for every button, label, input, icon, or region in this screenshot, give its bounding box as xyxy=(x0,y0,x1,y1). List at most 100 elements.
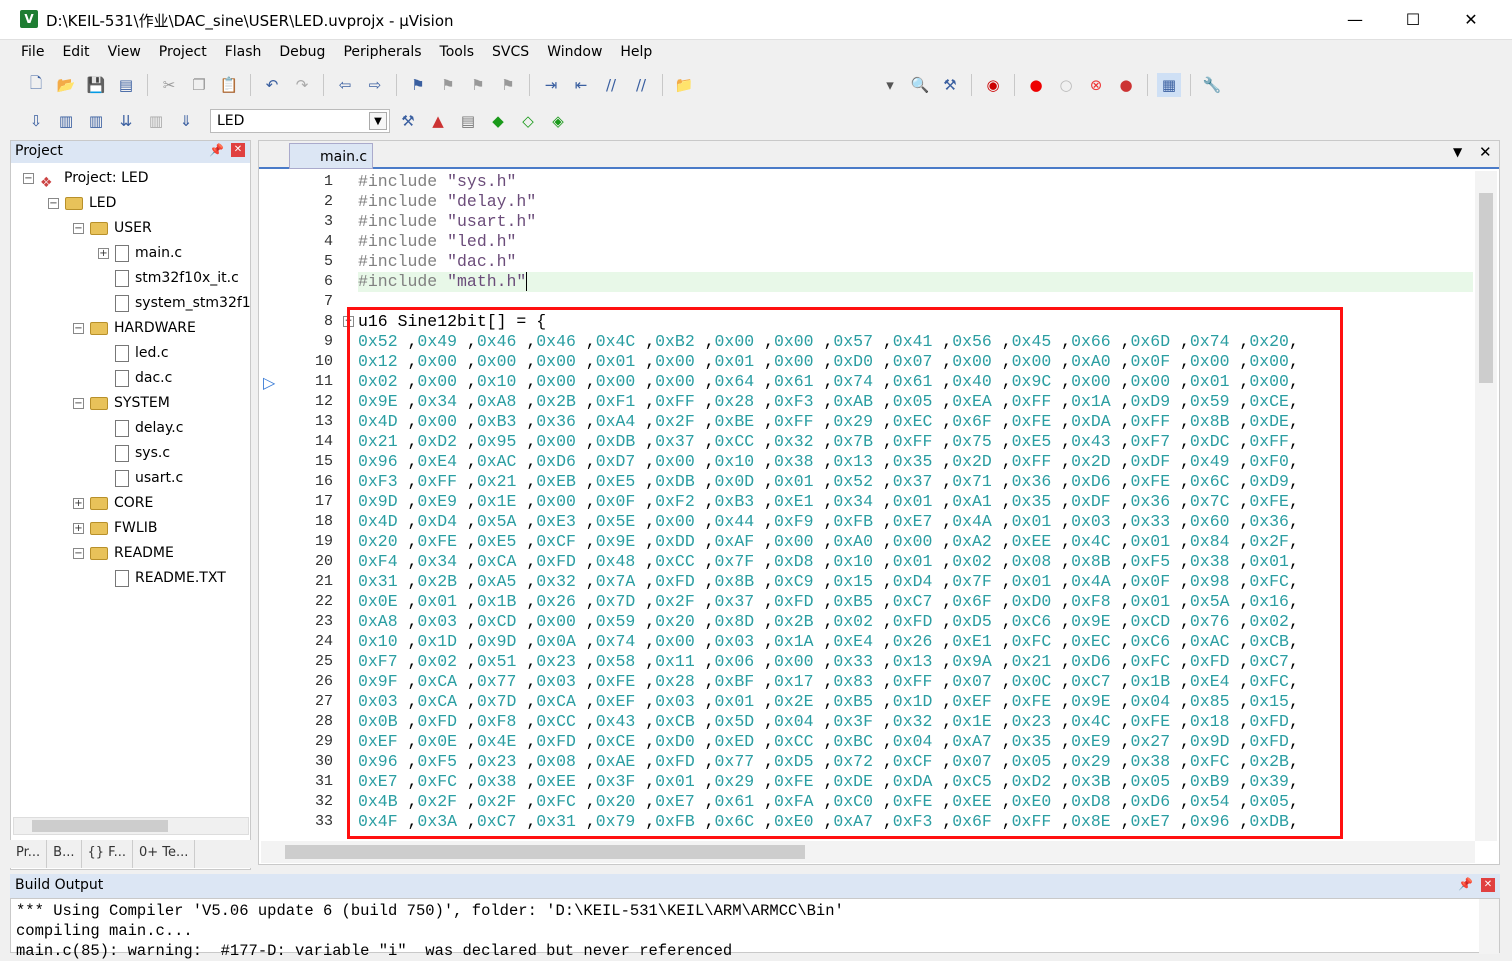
project-hscrollbar[interactable] xyxy=(13,817,249,835)
project-tab-0[interactable]: Pr... xyxy=(10,840,48,868)
undo-icon[interactable]: ↶ xyxy=(260,73,284,97)
menu-project[interactable]: Project xyxy=(150,40,216,66)
find-icon[interactable]: 🔍 xyxy=(908,73,932,97)
incremental-find-icon[interactable]: ⚒ xyxy=(938,73,962,97)
code-line[interactable]: #include "usart.h" xyxy=(358,212,536,232)
menu-debug[interactable]: Debug xyxy=(270,40,334,66)
disable-breakpoint-icon[interactable]: ○ xyxy=(1054,73,1078,97)
code-line[interactable]: #include "dac.h" xyxy=(358,252,516,272)
tree-item[interactable]: sys.c xyxy=(98,442,170,464)
pack-installer-icon[interactable]: ◇ xyxy=(516,109,540,133)
expand-icon[interactable]: + xyxy=(98,247,109,259)
menu-flash[interactable]: Flash xyxy=(216,40,271,66)
tree-item[interactable]: + CORE xyxy=(73,492,153,514)
target-options-icon[interactable]: ⚒ xyxy=(396,109,420,133)
build-output[interactable]: *** Using Compiler 'V5.06 update 6 (buil… xyxy=(10,898,1500,960)
uncomment-icon[interactable]: // xyxy=(629,73,653,97)
tree-item[interactable]: − HARDWARE xyxy=(73,317,196,339)
target-select[interactable]: LED ▼ xyxy=(210,109,390,133)
save-icon[interactable]: 💾 xyxy=(84,73,108,97)
code-line[interactable]: #include "sys.h" xyxy=(358,172,516,192)
tree-item[interactable]: usart.c xyxy=(98,467,183,489)
minimize-button[interactable]: — xyxy=(1326,0,1384,40)
open-folder-icon[interactable]: 📂 xyxy=(54,73,78,97)
copy-icon[interactable]: ❐ xyxy=(187,73,211,97)
manage-rte-icon[interactable]: ◆ xyxy=(486,109,510,133)
rebuild-icon[interactable]: ▥ xyxy=(84,109,108,133)
tree-item[interactable]: delay.c xyxy=(98,417,183,439)
pin-icon[interactable]: 📌 xyxy=(1458,877,1473,891)
tree-item[interactable]: system_stm32f1 xyxy=(98,292,251,314)
expand-icon[interactable]: + xyxy=(73,522,84,534)
menu-edit[interactable]: Edit xyxy=(53,40,98,66)
project-tab-2[interactable]: {} F... xyxy=(82,840,133,868)
tree-item[interactable]: − USER xyxy=(73,217,152,239)
code-line[interactable]: #include "math.h"​ xyxy=(358,272,1473,292)
scroll-thumb[interactable] xyxy=(285,845,805,859)
editor-vscrollbar[interactable] xyxy=(1475,171,1497,841)
menu-file[interactable]: File xyxy=(12,40,53,66)
tab-list-chevron-icon[interactable]: ▼ xyxy=(1453,145,1462,159)
disable-all-breakpoints-icon[interactable]: ● xyxy=(1114,73,1138,97)
tree-item[interactable]: + main.c xyxy=(98,242,182,264)
select-packs-icon[interactable]: ▤ xyxy=(456,109,480,133)
collapse-icon[interactable]: − xyxy=(73,322,84,334)
translate-icon[interactable]: ⇩ xyxy=(24,109,48,133)
maximize-button[interactable]: ☐ xyxy=(1384,0,1442,40)
configure-icon[interactable]: 🔧 xyxy=(1200,73,1224,97)
menu-view[interactable]: View xyxy=(99,40,150,66)
project-tab-1[interactable]: B... xyxy=(47,840,82,868)
menu-tools[interactable]: Tools xyxy=(431,40,484,66)
project-tab-3[interactable]: 0+ Te... xyxy=(133,840,196,868)
unindent-icon[interactable]: ⇤ xyxy=(569,73,593,97)
breakpoint-icon[interactable]: ● xyxy=(1024,73,1048,97)
indent-icon[interactable]: ⇥ xyxy=(539,73,563,97)
cut-icon[interactable]: ✂ xyxy=(157,73,181,97)
kill-breakpoints-icon[interactable]: ⊗ xyxy=(1084,73,1108,97)
manage-project-items-icon[interactable]: ▲ xyxy=(426,109,450,133)
menu-help[interactable]: Help xyxy=(611,40,661,66)
code-line[interactable]: #include "delay.h" xyxy=(358,192,536,212)
tab-main-c[interactable]: main.c xyxy=(289,143,373,169)
bookmark-icon[interactable]: ⚑ xyxy=(406,73,430,97)
chevron-down-icon[interactable]: ▼ xyxy=(369,112,387,130)
nav-forward-icon[interactable]: ⇨ xyxy=(363,73,387,97)
window-layout-icon[interactable]: ▦ xyxy=(1157,73,1181,97)
pin-icon[interactable]: 📌 xyxy=(209,143,224,157)
collapse-icon[interactable]: − xyxy=(48,197,59,209)
collapse-icon[interactable]: − xyxy=(73,547,84,559)
collapse-icon[interactable]: − xyxy=(73,222,84,234)
scroll-thumb[interactable] xyxy=(32,820,168,832)
close-tab-icon[interactable]: ✕ xyxy=(1479,143,1492,161)
clear-bookmarks-icon[interactable]: ⚑ xyxy=(496,73,520,97)
close-panel-icon[interactable]: ✕ xyxy=(1481,878,1495,892)
tree-item[interactable]: − README xyxy=(73,542,174,564)
menu-svcs[interactable]: SVCS xyxy=(483,40,538,66)
download-icon[interactable]: ⇓ xyxy=(174,109,198,133)
collapse-icon[interactable]: − xyxy=(23,172,34,184)
tree-item[interactable]: + FWLIB xyxy=(73,517,157,539)
redo-icon[interactable]: ↷ xyxy=(290,73,314,97)
debug-session-icon[interactable]: ◉ xyxy=(981,73,1005,97)
batch-build-icon[interactable]: ⇊ xyxy=(114,109,138,133)
pack-icon[interactable]: ◈ xyxy=(546,109,570,133)
tree-item[interactable]: − ❖ Project: LED xyxy=(23,167,149,191)
tree-item[interactable]: stm32f10x_it.c xyxy=(98,267,239,289)
menu-peripherals[interactable]: Peripherals xyxy=(334,40,430,66)
stop-build-icon[interactable]: ▥ xyxy=(144,109,168,133)
tree-item[interactable]: − LED xyxy=(48,192,116,214)
next-bookmark-icon[interactable]: ⚑ xyxy=(466,73,490,97)
find-in-files-icon[interactable]: 📁 xyxy=(672,73,696,97)
menu-window[interactable]: Window xyxy=(538,40,611,66)
editor-hscrollbar[interactable] xyxy=(261,841,1475,863)
build-icon[interactable]: ▥ xyxy=(54,109,78,133)
code-line[interactable]: #include "led.h" xyxy=(358,232,516,252)
save-all-icon[interactable]: ▤ xyxy=(114,73,138,97)
close-panel-icon[interactable]: ✕ xyxy=(231,143,245,157)
nav-back-icon[interactable]: ⇦ xyxy=(333,73,357,97)
find-dropdown-icon[interactable]: ▾ xyxy=(878,73,902,97)
tree-item[interactable]: led.c xyxy=(98,342,169,364)
collapse-icon[interactable]: − xyxy=(73,397,84,409)
prev-bookmark-icon[interactable]: ⚑ xyxy=(436,73,460,97)
build-vscrollbar[interactable] xyxy=(1479,899,1499,954)
